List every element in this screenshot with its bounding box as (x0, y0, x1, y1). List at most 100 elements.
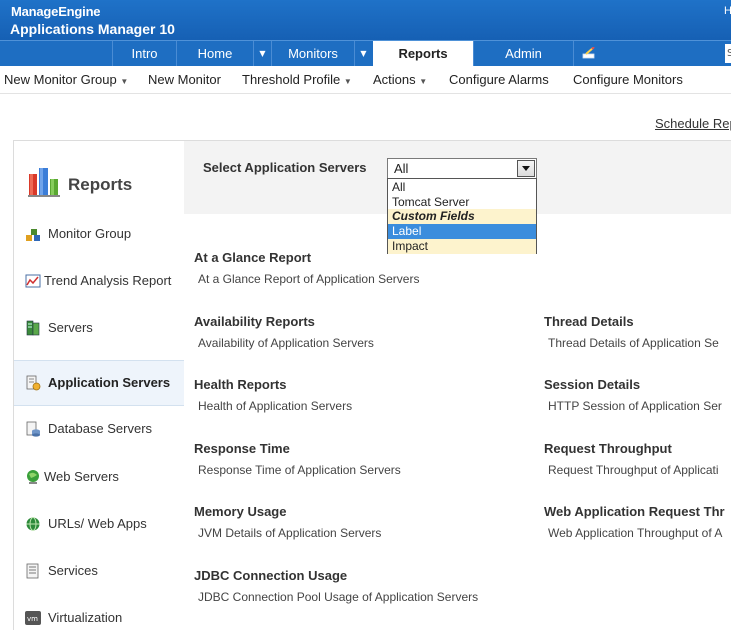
monitors-dropdown-arrow[interactable]: ▼ (354, 41, 372, 66)
configure-monitors-link[interactable]: Configure Monitors (573, 66, 683, 93)
sidebar-item-label: Virtualization (48, 610, 123, 625)
actions-menu[interactable]: Actions ▼ (373, 66, 427, 93)
report-title[interactable]: Thread Details (544, 314, 719, 329)
tab-admin[interactable]: Admin (473, 41, 573, 66)
sidebar-item-trend-analysis[interactable]: Trend Analysis Report (14, 259, 184, 305)
dropdown-option-impact[interactable]: Impact (388, 239, 536, 254)
report-memory-usage: Memory Usage JVM Details of Application … (194, 504, 381, 540)
sidebar-item-label: Web Servers (44, 469, 119, 484)
report-description: HTTP Session of Application Ser (548, 399, 722, 413)
sidebar-item-label: Monitor Group (48, 226, 132, 241)
tab-home-label: Home (197, 46, 233, 61)
home-dropdown-arrow[interactable]: ▼ (253, 41, 271, 66)
chevron-down-icon: ▼ (343, 77, 352, 86)
chevron-down-icon: ▼ (259, 49, 266, 58)
report-description: JVM Details of Application Servers (198, 526, 382, 540)
tab-monitors-label: Monitors (288, 46, 338, 61)
threshold-profile-menu[interactable]: Threshold Profile ▼ (242, 66, 352, 93)
globe-icon (27, 470, 39, 484)
report-title[interactable]: At a Glance Report (194, 250, 419, 265)
report-description: Request Throughput of Applicati (548, 463, 719, 477)
sidebar-item-services[interactable]: Services (14, 549, 184, 595)
dropdown-button[interactable] (517, 160, 535, 177)
database-icon (26, 421, 40, 437)
sidebar-item-application-servers[interactable]: Application Servers (14, 360, 184, 406)
pen-icon-tab[interactable] (573, 41, 603, 66)
pen-icon (582, 46, 595, 59)
svg-text:vm: vm (27, 615, 38, 623)
report-title[interactable]: Request Throughput (544, 441, 719, 456)
report-description: At a Glance Report of Application Server… (198, 272, 420, 286)
tab-home[interactable]: Home (176, 41, 253, 66)
web-app-icon (26, 517, 40, 531)
search-input[interactable]: S (725, 44, 731, 63)
report-response-time: Response Time Response Time of Applicati… (194, 441, 401, 477)
application-server-select[interactable]: All (387, 158, 537, 179)
sidebar-item-monitor-group[interactable]: Monitor Group (14, 212, 184, 258)
trend-chart-icon (25, 274, 41, 288)
report-title[interactable]: Health Reports (194, 377, 352, 392)
actions-label: Actions (373, 72, 416, 87)
sidebar-item-label: URLs/ Web Apps (48, 516, 147, 531)
sidebar-item-virtualization[interactable]: vm Virtualization (14, 596, 184, 642)
report-title[interactable]: Availability Reports (194, 314, 374, 329)
chevron-down-icon: ▼ (360, 49, 367, 58)
sidebar-item-database-servers[interactable]: Database Servers (14, 407, 184, 453)
sidebar-item-web-servers[interactable]: Web Servers (14, 455, 184, 501)
chevron-down-icon: ▼ (120, 77, 129, 86)
report-title[interactable]: Session Details (544, 377, 722, 392)
configure-alarms-label: Configure Alarms (449, 72, 549, 87)
brand-name: ManageEngine (11, 4, 101, 19)
threshold-profile-label: Threshold Profile (242, 72, 341, 87)
report-health: Health Reports Health of Application Ser… (194, 377, 352, 413)
report-title[interactable]: Web Application Request Thr (544, 504, 725, 519)
new-monitor-link[interactable]: New Monitor (148, 66, 221, 93)
report-description: Thread Details of Application Se (548, 336, 719, 350)
configure-alarms-link[interactable]: Configure Alarms (449, 66, 549, 93)
report-description: Health of Application Servers (198, 399, 353, 413)
sidebar-header: Reports (14, 141, 184, 217)
report-request-throughput: Request Throughput Request Throughput of… (544, 441, 719, 477)
sidebar-title: Reports (68, 175, 133, 194)
tab-reports-label: Reports (398, 46, 448, 61)
report-at-a-glance: At a Glance Report At a Glance Report of… (194, 250, 419, 286)
new-monitor-label: New Monitor (148, 72, 221, 87)
services-icon (26, 563, 39, 579)
tab-intro[interactable]: Intro (112, 41, 176, 66)
report-description: Response Time of Application Servers (198, 463, 401, 477)
server-icon (26, 320, 40, 336)
dropdown-group-custom-fields: Custom Fields (388, 209, 536, 224)
sidebar-item-label: Services (48, 563, 98, 578)
dropdown-option-all[interactable]: All (388, 180, 536, 195)
report-thread-details: Thread Details Thread Details of Applica… (544, 314, 719, 350)
tab-reports[interactable]: Reports (373, 41, 473, 66)
sidebar-item-label: Trend Analysis Report (44, 273, 172, 288)
report-title[interactable]: Response Time (194, 441, 401, 456)
sidebar-item-servers[interactable]: Servers (14, 306, 184, 352)
report-session-details: Session Details HTTP Session of Applicat… (544, 377, 722, 413)
configure-monitors-label: Configure Monitors (573, 72, 683, 87)
schedule-reports-link[interactable]: Schedule Rep (655, 116, 731, 131)
sidebar-item-urls-web-apps[interactable]: URLs/ Web Apps (14, 502, 184, 548)
select-label: Select Application Servers (203, 160, 367, 175)
report-title[interactable]: JDBC Connection Usage (194, 568, 478, 583)
chevron-down-icon (522, 166, 530, 171)
report-description: Web Application Throughput of A (548, 526, 723, 540)
report-web-app-request-throughput: Web Application Request Thr Web Applicat… (544, 504, 725, 540)
application-server-icon (26, 375, 41, 391)
new-monitor-group-menu[interactable]: New Monitor Group ▼ (4, 66, 128, 93)
chevron-down-icon: ▼ (419, 77, 428, 86)
select-value: All (394, 161, 409, 176)
report-availability: Availability Reports Availability of App… (194, 314, 374, 350)
tab-intro-label: Intro (131, 46, 158, 61)
report-description: JDBC Connection Pool Usage of Applicatio… (198, 590, 479, 604)
dropdown-option-label[interactable]: Label (388, 224, 536, 239)
report-title[interactable]: Memory Usage (194, 504, 381, 519)
product-name: Applications Manager 10 (10, 21, 175, 37)
dropdown-option-tomcat[interactable]: Tomcat Server (388, 195, 536, 210)
header-right-text[interactable]: H (724, 5, 731, 17)
select-dropdown-list: All Tomcat Server Custom Fields Label Im… (387, 178, 537, 254)
sidebar-item-label: Application Servers (48, 375, 171, 390)
bar-chart-icon (28, 168, 60, 197)
tab-monitors[interactable]: Monitors (271, 41, 354, 66)
